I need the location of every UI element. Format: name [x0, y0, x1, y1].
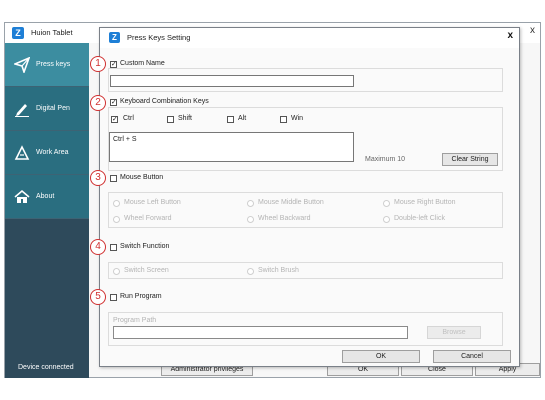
program-path-label: Program Path — [113, 317, 157, 324]
mouse-left-radio[interactable] — [113, 200, 120, 207]
sidebar-item-label: Press keys — [36, 61, 71, 68]
wheel-forward-radio[interactable] — [113, 216, 120, 223]
home-icon — [14, 189, 30, 203]
press-keys-setting-dialog: Z Press Keys Setting x 1 Custom Name 2 K… — [90, 27, 520, 367]
custom-name-checkbox[interactable] — [110, 60, 117, 68]
dialog-cancel-button[interactable]: Cancel — [433, 350, 511, 363]
mouse-left-label: Mouse Left Button — [124, 199, 181, 206]
sidebar-item-digital-pen[interactable]: Digital Pen — [5, 87, 89, 131]
switch-screen-label: Switch Screen — [124, 267, 169, 274]
mouse-middle-radio[interactable] — [247, 200, 254, 207]
double-left-label: Double-left Click — [394, 215, 445, 222]
mouse-right-radio[interactable] — [383, 200, 390, 207]
key-combination-input[interactable]: Ctrl + S — [109, 132, 354, 162]
sidebar-item-label: Digital Pen — [36, 105, 70, 112]
win-checkbox[interactable] — [280, 116, 287, 123]
pen-icon — [15, 104, 29, 117]
device-status: Device connected — [18, 364, 74, 371]
program-path-input[interactable] — [113, 326, 408, 339]
custom-name-input[interactable] — [110, 75, 354, 87]
huion-logo-icon: Z — [109, 32, 120, 43]
ctrl-checkbox[interactable] — [111, 115, 118, 123]
wheel-forward-label: Wheel Forward — [124, 215, 172, 222]
custom-name-label: Custom Name — [120, 60, 165, 67]
mouse-button-group — [108, 192, 503, 228]
double-left-radio[interactable] — [383, 216, 390, 223]
shift-checkbox[interactable] — [167, 116, 174, 123]
switch-brush-radio[interactable] — [247, 268, 254, 275]
wheel-backward-label: Wheel Backward — [258, 215, 311, 222]
switch-brush-label: Switch Brush — [258, 267, 299, 274]
dialog-title: Press Keys Setting — [127, 33, 191, 42]
dialog-ok-button[interactable]: OK — [342, 350, 420, 363]
sidebar-item-work-area[interactable]: Work Area — [5, 131, 89, 175]
work-area-icon — [14, 145, 30, 160]
sidebar-item-press-keys[interactable]: Press keys — [5, 43, 89, 87]
sidebar-item-label: Work Area — [36, 149, 69, 156]
wheel-backward-radio[interactable] — [247, 216, 254, 223]
mouse-middle-label: Mouse Middle Button — [258, 199, 324, 206]
switch-function-label: Switch Function — [120, 243, 170, 250]
clear-string-button[interactable]: Clear String — [442, 153, 498, 166]
section-number-4: 4 — [90, 239, 106, 255]
dialog-close-button[interactable]: x — [507, 30, 513, 41]
sidebar-item-label: About — [36, 193, 55, 200]
section-number-2: 2 — [90, 95, 106, 111]
main-close-button[interactable]: x — [530, 25, 535, 36]
section-number-1: 1 — [90, 56, 106, 72]
keyboard-combination-label: Keyboard Combination Keys — [120, 98, 209, 105]
app-title: Huion Tablet — [31, 28, 73, 37]
paper-plane-icon — [14, 57, 30, 73]
alt-checkbox[interactable] — [227, 116, 234, 123]
section-number-5: 5 — [90, 289, 106, 305]
section-number-3: 3 — [90, 170, 106, 186]
keyboard-combination-checkbox[interactable] — [110, 98, 117, 106]
mouse-button-checkbox[interactable] — [110, 175, 117, 182]
maximum-label: Maximum 10 — [365, 156, 406, 163]
switch-function-checkbox[interactable] — [110, 244, 117, 251]
huion-logo-icon: Z — [12, 27, 24, 39]
shift-label: Shift — [178, 115, 193, 122]
sidebar-item-about[interactable]: About — [5, 175, 89, 219]
run-program-label: Run Program — [120, 293, 162, 300]
alt-label: Alt — [238, 115, 247, 122]
mouse-button-label: Mouse Button — [120, 174, 164, 181]
mouse-right-label: Mouse Right Button — [394, 199, 456, 206]
win-label: Win — [291, 115, 304, 122]
browse-button[interactable]: Browse — [427, 326, 481, 339]
run-program-checkbox[interactable] — [110, 294, 117, 301]
ctrl-label: Ctrl — [123, 115, 134, 122]
dialog-titlebar: Z Press Keys Setting x — [100, 28, 519, 48]
sidebar: Press keys Digital Pen Work Area About D… — [5, 43, 89, 378]
switch-screen-radio[interactable] — [113, 268, 120, 275]
